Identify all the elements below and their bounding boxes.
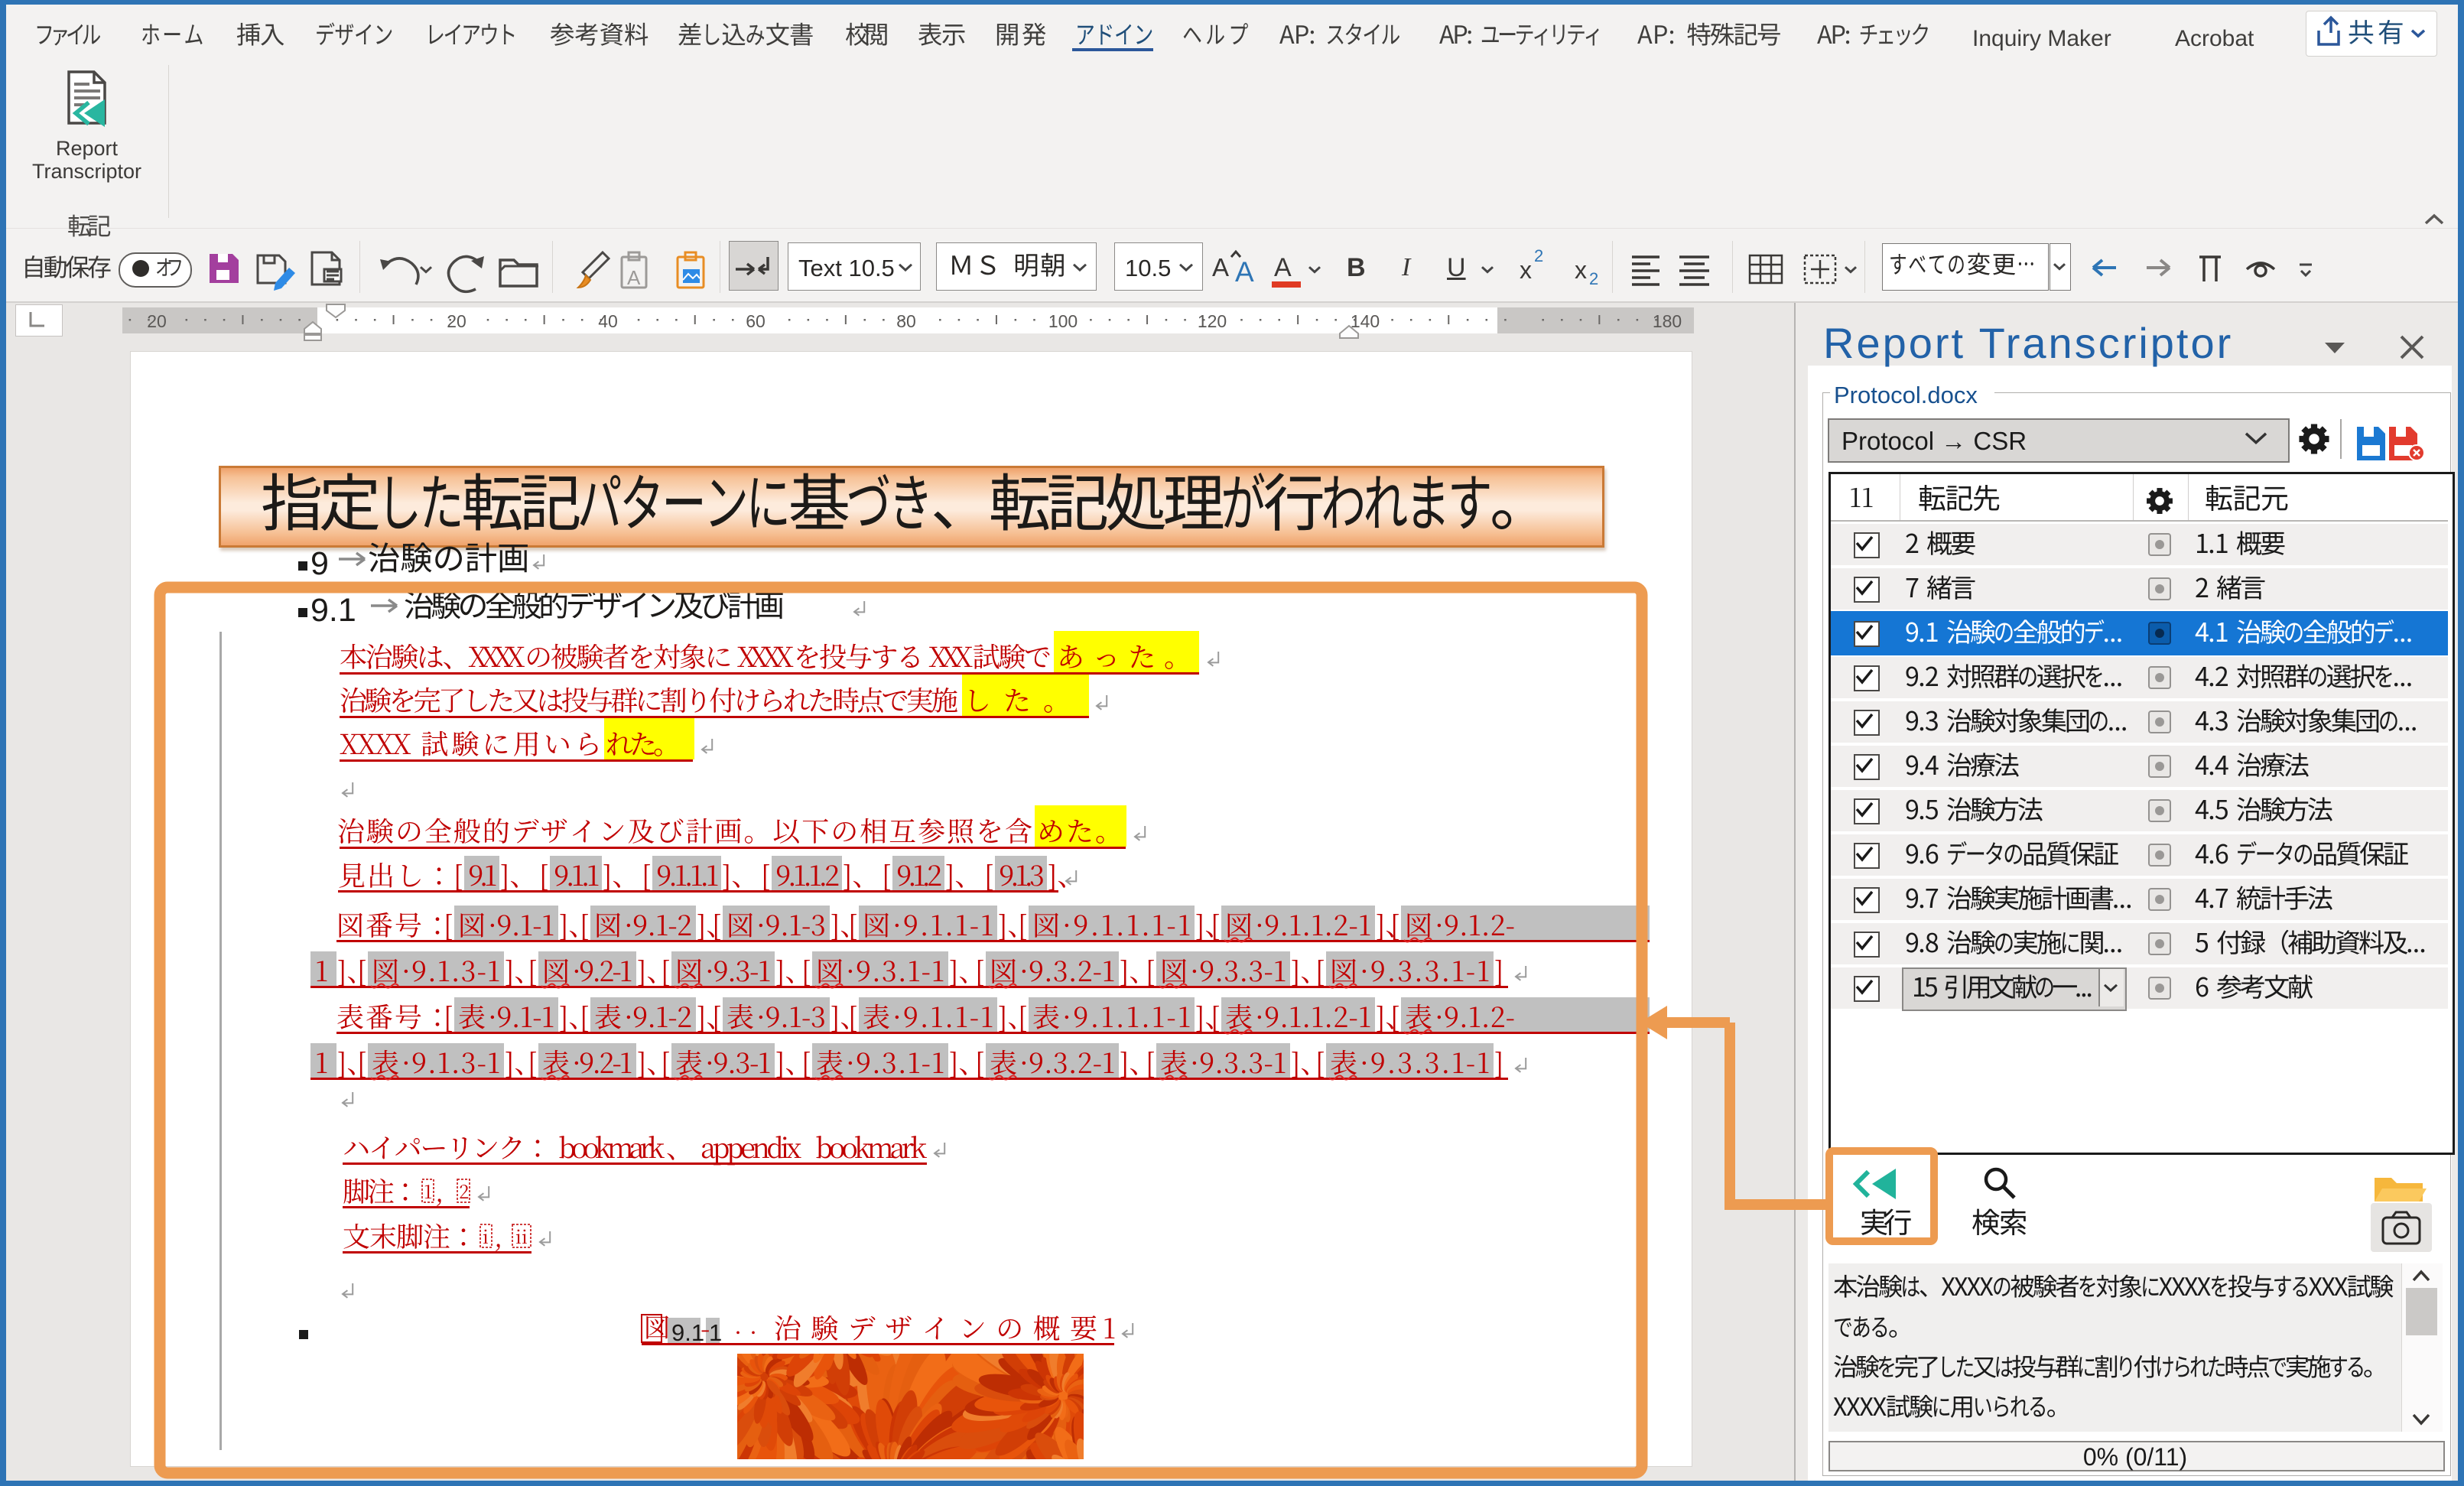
svg-text:A: A (627, 266, 641, 289)
